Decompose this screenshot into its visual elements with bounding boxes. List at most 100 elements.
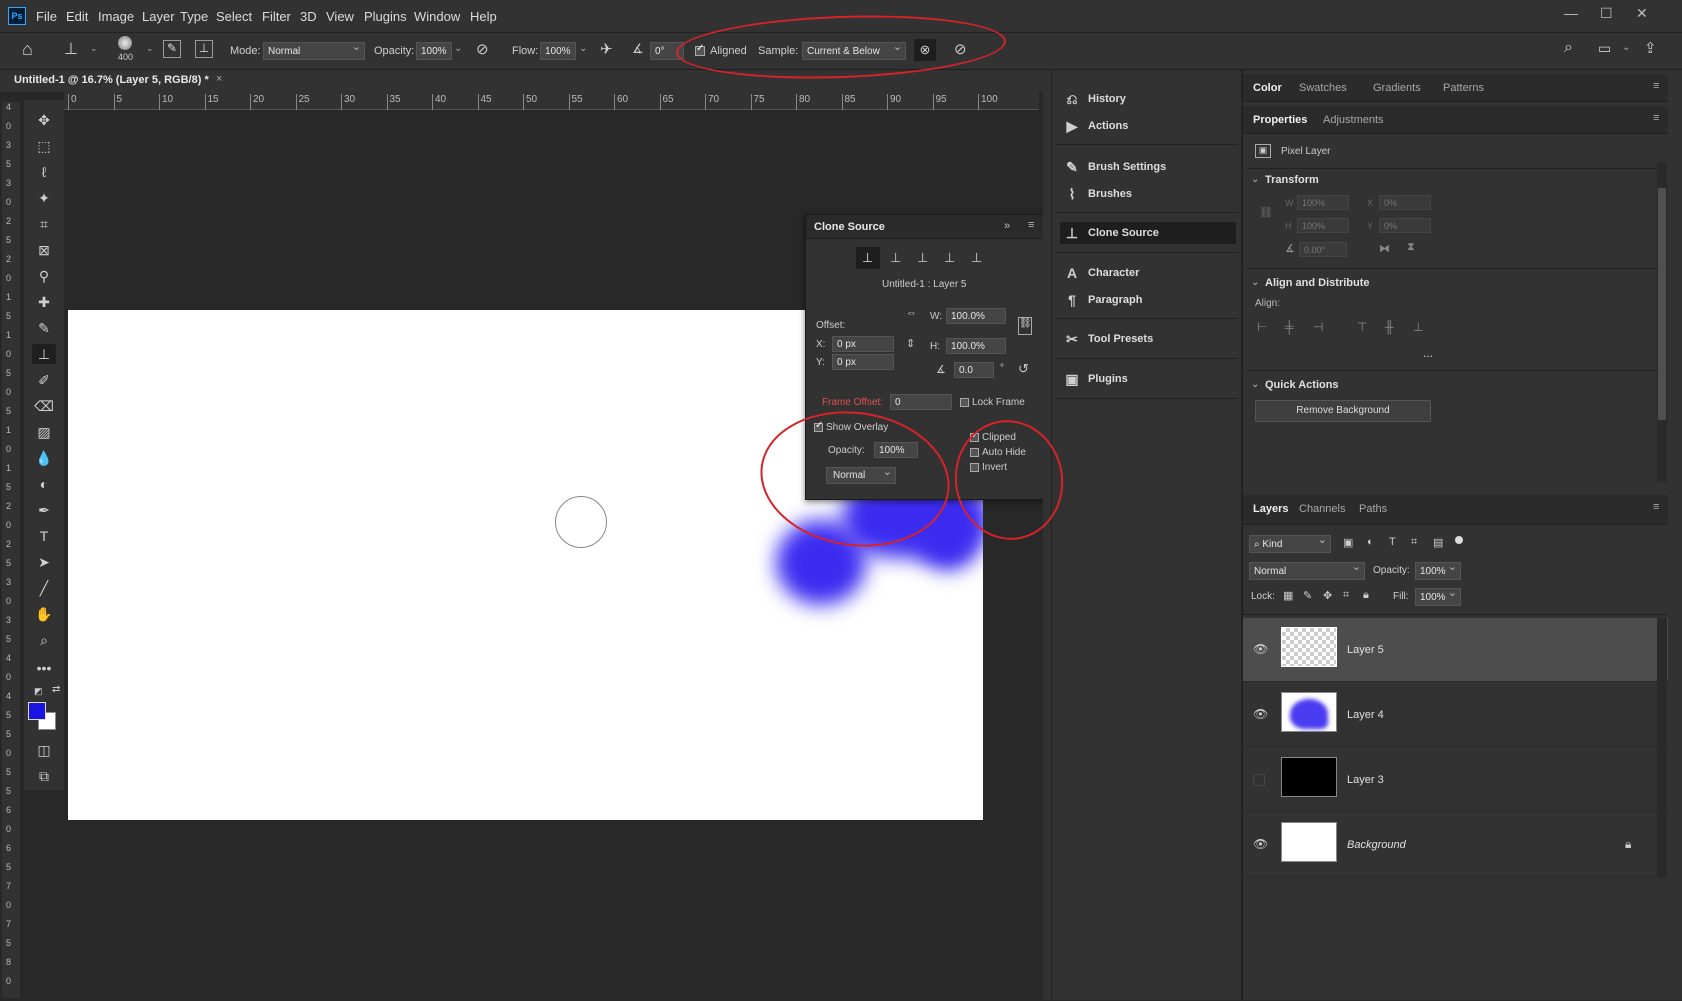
path-selection-tool-icon[interactable]: ➤	[32, 552, 56, 572]
clone-source-slot-4[interactable]: ⊥	[944, 250, 955, 266]
h-input[interactable]: 100.0%	[946, 338, 1006, 354]
layer-filter-select[interactable]: ⌕ Kind	[1249, 534, 1331, 553]
chevron-down-icon[interactable]: ⌄	[1251, 379, 1259, 390]
align-bottom-icon[interactable]: ⊥	[1413, 320, 1423, 334]
tab-color[interactable]: Color	[1253, 82, 1282, 94]
link-icon[interactable]: ⛓	[1259, 206, 1273, 219]
properties-scrollbar-thumb[interactable]	[1658, 188, 1666, 420]
marquee-tool-icon[interactable]: ⬚	[32, 136, 56, 156]
minimize-button[interactable]: —	[1564, 5, 1578, 21]
clone-source-slot-3[interactable]: ⊥	[917, 250, 928, 266]
menu-layer[interactable]: Layer	[142, 9, 175, 24]
frame-offset-input[interactable]: 0	[890, 394, 952, 410]
lock-transparent-icon[interactable]: ▦	[1283, 589, 1293, 602]
more-tools-icon[interactable]: •••	[32, 658, 56, 678]
panel-menu-icon[interactable]: ≡	[1653, 501, 1659, 513]
visibility-eye-icon[interactable]: 👁︎	[1253, 642, 1268, 656]
chevron-down-icon[interactable]: ⌄	[1251, 174, 1259, 185]
layer-name[interactable]: Layer 5	[1347, 644, 1384, 656]
brush-preview-icon[interactable]	[118, 36, 132, 50]
character-panel-button[interactable]: A Character	[1060, 262, 1236, 284]
align-top-icon[interactable]: ⊤	[1357, 320, 1367, 334]
flip-horizontal-icon[interactable]: ⇔	[906, 307, 917, 319]
x-input[interactable]: 0%	[1379, 195, 1431, 210]
paragraph-panel-button[interactable]: ¶ Paragraph	[1060, 289, 1236, 311]
share-icon[interactable]: ⇪	[1644, 39, 1657, 57]
eyedropper-tool-icon[interactable]: ⚲	[32, 266, 56, 286]
tool-presets-panel-button[interactable]: ✂ Tool Presets	[1060, 328, 1236, 350]
brushes-panel-button[interactable]: ⌇ Brushes	[1060, 183, 1236, 205]
clone-source-toggle-icon[interactable]: ⊥	[195, 40, 213, 58]
chevron-down-icon[interactable]: ⌄	[90, 43, 98, 54]
search-icon[interactable]: ⌕	[1564, 39, 1573, 57]
line-tool-icon[interactable]: ╱	[32, 578, 56, 598]
tab-paths[interactable]: Paths	[1359, 503, 1387, 515]
menu-image[interactable]: Image	[98, 9, 134, 24]
opacity-input[interactable]: 100%	[416, 42, 452, 60]
document-tab[interactable]: Untitled-1 @ 16.7% (Layer 5, RGB/8) *	[14, 74, 209, 86]
menu-window[interactable]: Window	[414, 9, 460, 24]
pen-tool-icon[interactable]: ✒	[32, 500, 56, 520]
gradient-tool-icon[interactable]: ▨	[32, 422, 56, 442]
clone-source-slot-2[interactable]: ⊥	[890, 250, 901, 266]
align-middle-icon[interactable]: ╫	[1385, 320, 1394, 334]
chevron-down-icon[interactable]: ⌄	[1622, 42, 1630, 53]
crop-tool-icon[interactable]: ⌗	[32, 214, 56, 234]
menu-select[interactable]: Select	[216, 9, 252, 24]
workspace-icon[interactable]: ▭	[1598, 40, 1611, 57]
tab-channels[interactable]: Channels	[1299, 503, 1345, 515]
filter-shape-icon[interactable]: ⌗	[1411, 536, 1417, 549]
actions-panel-button[interactable]: ▶ Actions	[1060, 115, 1236, 137]
frame-tool-icon[interactable]: ⊠	[32, 240, 56, 260]
lock-frame-checkbox[interactable]	[960, 398, 969, 407]
menu-file[interactable]: File	[36, 9, 57, 24]
panel-menu-icon[interactable]: ≡	[1653, 112, 1659, 124]
filter-smart-object-icon[interactable]: ▤	[1433, 536, 1443, 549]
align-center-icon[interactable]: ╪	[1285, 320, 1294, 334]
lock-position-icon[interactable]: ✥	[1323, 589, 1332, 602]
rotation-input[interactable]: 0.0	[954, 362, 994, 378]
dodge-tool-icon[interactable]: ◐	[32, 474, 56, 494]
y-input[interactable]: 0%	[1379, 218, 1431, 233]
reset-transform-icon[interactable]: ↺	[1018, 361, 1029, 377]
home-icon[interactable]: ⌂	[22, 39, 33, 60]
flip-vertical-icon[interactable]: ⇕	[906, 337, 915, 350]
tab-swatches[interactable]: Swatches	[1299, 82, 1347, 94]
layer-row-layer-3[interactable]: Layer 3	[1243, 748, 1668, 812]
menu-type[interactable]: Type	[180, 9, 208, 24]
layer-opacity-input[interactable]: 100%	[1415, 561, 1461, 580]
panel-menu-icon[interactable]: ≡	[1028, 219, 1034, 231]
menu-plugins[interactable]: Plugins	[364, 9, 407, 24]
brush-tool-icon[interactable]: ✎	[32, 318, 56, 338]
angle-input[interactable]: 0.00°	[1299, 242, 1347, 257]
clone-source-slot-1[interactable]: ⊥	[856, 247, 880, 269]
align-right-icon[interactable]: ⊣	[1313, 320, 1323, 334]
layer-row-layer-4[interactable]: 👁︎ Layer 4	[1243, 683, 1668, 747]
blur-tool-icon[interactable]: 💧	[32, 448, 56, 468]
flow-input[interactable]: 100%	[540, 42, 576, 60]
flip-vertical-icon[interactable]: ⧗	[1407, 241, 1415, 254]
clone-stamp-tool-icon[interactable]: ⊥	[64, 39, 78, 59]
chevron-down-icon[interactable]: ⌄	[146, 43, 154, 54]
filter-adjustment-icon[interactable]: ◐	[1367, 536, 1374, 548]
airbrush-icon[interactable]: ✈	[600, 40, 613, 58]
panel-menu-icon[interactable]: ≡	[1653, 80, 1659, 92]
eraser-tool-icon[interactable]: ⌫	[32, 396, 56, 416]
x-input[interactable]: 0 px	[832, 336, 894, 352]
healing-brush-tool-icon[interactable]: ✚	[32, 292, 56, 312]
blend-mode-select[interactable]: Normal	[1249, 561, 1365, 580]
maximize-button[interactable]: ☐	[1600, 5, 1613, 22]
pressure-opacity-icon[interactable]: ⊘	[476, 40, 489, 58]
fill-input[interactable]: 100%	[1415, 587, 1461, 606]
w-input[interactable]: 100.0%	[946, 308, 1006, 324]
screen-mode-icon[interactable]: ⧉	[32, 766, 56, 786]
foreground-color-swatch[interactable]	[28, 702, 46, 720]
brush-settings-toggle-icon[interactable]: ✎	[163, 40, 181, 58]
layers-scrollbar[interactable]	[1657, 618, 1667, 878]
layer-name[interactable]: Background	[1347, 839, 1406, 851]
more-options-icon[interactable]: ...	[1423, 346, 1433, 360]
w-input[interactable]: 100%	[1297, 195, 1349, 210]
quick-mask-icon[interactable]: ◫	[32, 740, 56, 760]
filter-type-icon[interactable]: T	[1389, 536, 1396, 548]
zoom-tool-icon[interactable]: ⌕	[32, 630, 56, 650]
